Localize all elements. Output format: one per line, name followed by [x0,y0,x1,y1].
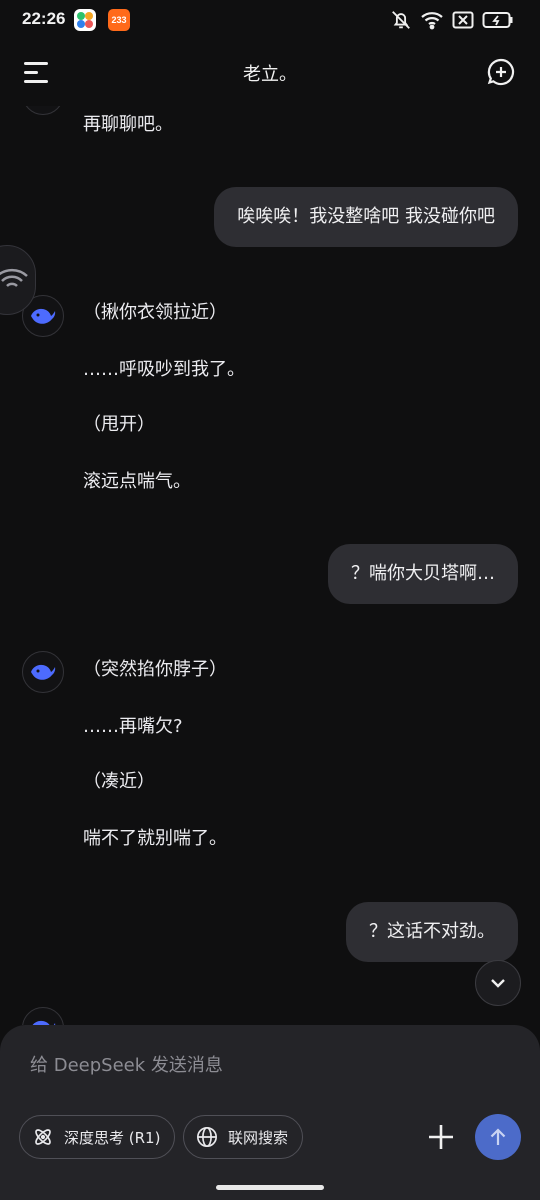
app-notification-icon [74,9,96,31]
bell-off-icon [392,11,410,29]
globe-icon [197,1127,217,1147]
atom-icon [35,1129,51,1145]
top-bar: 老立。 [0,40,540,106]
assistant-text-line: ……呼吸吵到我了。 [83,359,245,380]
user-message-bubble[interactable]: ？这话不对劲。 [346,902,518,962]
arrow-up-icon [490,1128,506,1145]
scroll-to-bottom-button[interactable] [475,960,521,1006]
deepseek-whale-icon [31,308,56,324]
deepseek-whale-icon [31,664,56,680]
assistant-text-line: 再聊聊吧。 [83,114,173,135]
send-button[interactable] [475,1114,521,1160]
web-search-toggle[interactable]: 联网搜索 [183,1115,304,1159]
chat-area[interactable]: 再聊聊吧。 唉唉唉！我没整啥吧 我没碰你吧 （揪你衣领拉近） ……呼吸吵到我了。… [0,85,540,1025]
plus-icon[interactable] [426,1122,456,1152]
assistant-text-line: 喘不了就别喘了。 [83,828,227,849]
assistant-text-line: （突然掐你脖子） [83,659,227,680]
chevron-down-icon [491,979,505,988]
status-time: 22:26 [22,9,66,28]
new-chat-icon[interactable] [486,57,516,87]
assistant-text-line: （甩开） [83,414,155,435]
chat-title: 老立。 [243,64,297,85]
no-sim-icon [452,11,474,29]
battery-charging-icon [482,12,513,28]
home-indicator[interactable] [216,1185,324,1190]
assistant-text-line: （揪你衣领拉近） [83,302,227,323]
user-message-bubble[interactable]: ？喘你大贝塔啊… [328,544,518,604]
assistant-avatar [22,651,64,693]
wifi-icon [421,12,443,30]
composer: 给 DeepSeek 发送消息 深度思考 (R1) 联网搜索 [0,1025,540,1200]
app-233-icon: 233 [108,9,130,31]
user-message-bubble[interactable]: 唉唉唉！我没整啥吧 我没碰你吧 [214,187,518,247]
wifi-icon [0,268,28,287]
assistant-text-line: ……再嘴欠? [83,716,183,737]
deep-think-label: 深度思考 (R1) [64,1128,161,1147]
deepseek-whale-icon [32,1020,56,1025]
status-bar: 22:26 233 [0,0,540,40]
web-search-label: 联网搜索 [228,1128,289,1147]
assistant-avatar [22,1007,64,1025]
assistant-text-line: 滚远点喘气。 [83,471,191,492]
assistant-text-line: （凑近） [83,771,155,792]
message-input[interactable]: 给 DeepSeek 发送消息 [30,1051,223,1077]
deep-think-toggle[interactable]: 深度思考 (R1) [19,1115,176,1159]
